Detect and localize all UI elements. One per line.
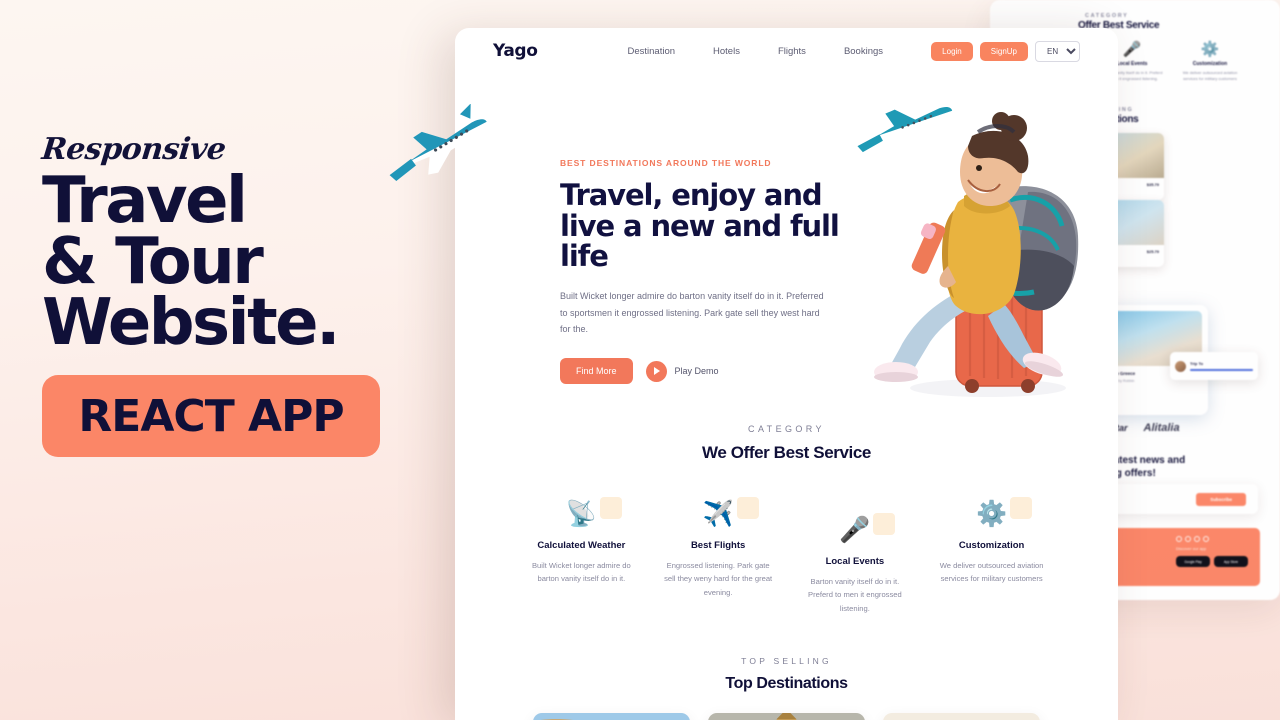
airplane-decoration-icon bbox=[389, 104, 488, 181]
hero-section: BEST DESTINATIONS AROUND THE WORLD Trave… bbox=[455, 74, 1118, 424]
hero-title: Travel, enjoy and live a new and full li… bbox=[560, 178, 840, 274]
play-demo-button[interactable]: Play Demo bbox=[645, 360, 719, 382]
nav-item-flights[interactable]: Flights bbox=[778, 46, 806, 57]
feature-title: Best Flights bbox=[690, 540, 746, 551]
signup-button[interactable]: SignUp bbox=[979, 41, 1028, 61]
airplane-icon: ✈️ bbox=[702, 499, 734, 528]
header-actions: Login SignUp EN bbox=[931, 40, 1080, 62]
gear-icon: ⚙️ bbox=[1200, 41, 1220, 58]
find-more-button[interactable]: Find More bbox=[560, 358, 633, 385]
google-play-badge[interactable]: Google Play bbox=[1176, 556, 1210, 567]
site-header: Yago Destination Hotels Flights Bookings… bbox=[455, 28, 1118, 74]
bp-chat-card[interactable]: Trip To bbox=[1170, 352, 1258, 380]
promo-title: Travel & Tour Website. bbox=[42, 169, 442, 360]
nav-item-hotels[interactable]: Hotels bbox=[713, 46, 740, 57]
website-preview-card: Yago Destination Hotels Flights Bookings… bbox=[455, 28, 1118, 720]
alitalia-logo: Alitalia bbox=[1143, 422, 1180, 434]
bp-newsletter-heading: or latest news and sting offers! bbox=[1098, 455, 1186, 479]
feature-description: Built Wicket longer admire do barton van… bbox=[531, 561, 631, 584]
icon-backdrop bbox=[736, 497, 759, 519]
feature-card-customization[interactable]: ⚙️ Customization We deliver outsourced a… bbox=[923, 497, 1060, 615]
feature-list: 📡 Calculated Weather Built Wicket longer… bbox=[455, 497, 1118, 615]
feature-title: Local Events bbox=[825, 556, 885, 567]
react-app-badge-label: REACT APP bbox=[78, 390, 344, 442]
bp-category-eyebrow: CATEGORY bbox=[1085, 13, 1129, 19]
bp-feature-desc: We deliver outsourced aviation services … bbox=[1182, 70, 1238, 81]
play-demo-label: Play Demo bbox=[674, 366, 719, 377]
nav-item-destination[interactable]: Destination bbox=[627, 46, 675, 57]
feature-title: Calculated Weather bbox=[537, 540, 626, 551]
play-icon bbox=[645, 360, 667, 382]
feature-title: Customization bbox=[958, 540, 1025, 551]
hero-paragraph: Built Wicket longer admire do barton van… bbox=[560, 291, 824, 335]
primary-navigation: Destination Hotels Flights Bookings bbox=[627, 46, 883, 57]
feature-description: Engrossed listening. Park gate sell they… bbox=[664, 561, 773, 597]
bp-social-icons[interactable] bbox=[1176, 536, 1248, 542]
hero-actions: Find More Play Demo bbox=[560, 358, 850, 385]
category-eyebrow: CATEGORY bbox=[748, 424, 825, 434]
top-selling-heading: Top Destinations bbox=[725, 675, 848, 692]
bp-subscribe-button[interactable]: Subscribe bbox=[1196, 492, 1246, 506]
nav-item-bookings[interactable]: Bookings bbox=[844, 46, 883, 57]
feature-description: Barton vanity itself do in it. Preferd t… bbox=[808, 577, 902, 613]
bp-feature-title: Customization bbox=[1192, 61, 1228, 67]
progress-bar bbox=[1190, 368, 1253, 372]
destination-card-big-ben[interactable] bbox=[708, 713, 865, 720]
destination-card-domed-landmark[interactable] bbox=[883, 713, 1040, 720]
destination-card-colosseum[interactable] bbox=[533, 713, 690, 720]
top-selling-eyebrow: TOP SELLING bbox=[741, 656, 832, 666]
avatar bbox=[1175, 360, 1186, 372]
hero-eyebrow: BEST DESTINATIONS AROUND THE WORLD bbox=[560, 158, 772, 168]
satellite-dish-icon: 📡 bbox=[565, 499, 597, 528]
icon-backdrop bbox=[873, 513, 896, 535]
icon-backdrop bbox=[599, 497, 622, 519]
top-selling-section: TOP SELLING Top Destinations bbox=[455, 656, 1118, 720]
bp-feature-customization: ⚙️ Customization We deliver outsourced a… bbox=[1178, 42, 1242, 82]
hero-copy: BEST DESTINATIONS AROUND THE WORLD Trave… bbox=[560, 158, 850, 385]
bp-app-store-badges[interactable]: Google Play App Store bbox=[1176, 556, 1248, 567]
brand-logo[interactable]: Yago bbox=[493, 41, 538, 61]
microphone-icon: 🎤 bbox=[839, 515, 871, 544]
feature-card-local-events[interactable]: 🎤 Local Events Barton vanity itself do i… bbox=[787, 497, 924, 615]
category-heading: We Offer Best Service bbox=[702, 443, 871, 462]
feature-description: We deliver outsourced aviation services … bbox=[939, 561, 1044, 584]
promo-title-line-3: Website. bbox=[42, 285, 340, 360]
promo-title-line-2: & Tour bbox=[42, 224, 264, 299]
react-app-badge: REACT APP bbox=[42, 375, 380, 458]
language-select[interactable]: EN bbox=[1035, 40, 1080, 62]
feature-card-calculated-weather[interactable]: 📡 Calculated Weather Built Wicket longer… bbox=[513, 497, 650, 615]
traveler-illustration bbox=[857, 106, 1079, 397]
category-section: CATEGORY We Offer Best Service 📡 Calcula… bbox=[455, 424, 1118, 615]
feature-card-best-flights[interactable]: ✈️ Best Flights Engrossed listening. Par… bbox=[650, 497, 787, 615]
app-store-badge[interactable]: App Store bbox=[1214, 556, 1248, 567]
icon-backdrop bbox=[1010, 497, 1032, 519]
login-button[interactable]: Login bbox=[931, 41, 973, 61]
gear-icon: ⚙️ bbox=[976, 499, 1008, 528]
destination-card-row bbox=[455, 713, 1118, 720]
